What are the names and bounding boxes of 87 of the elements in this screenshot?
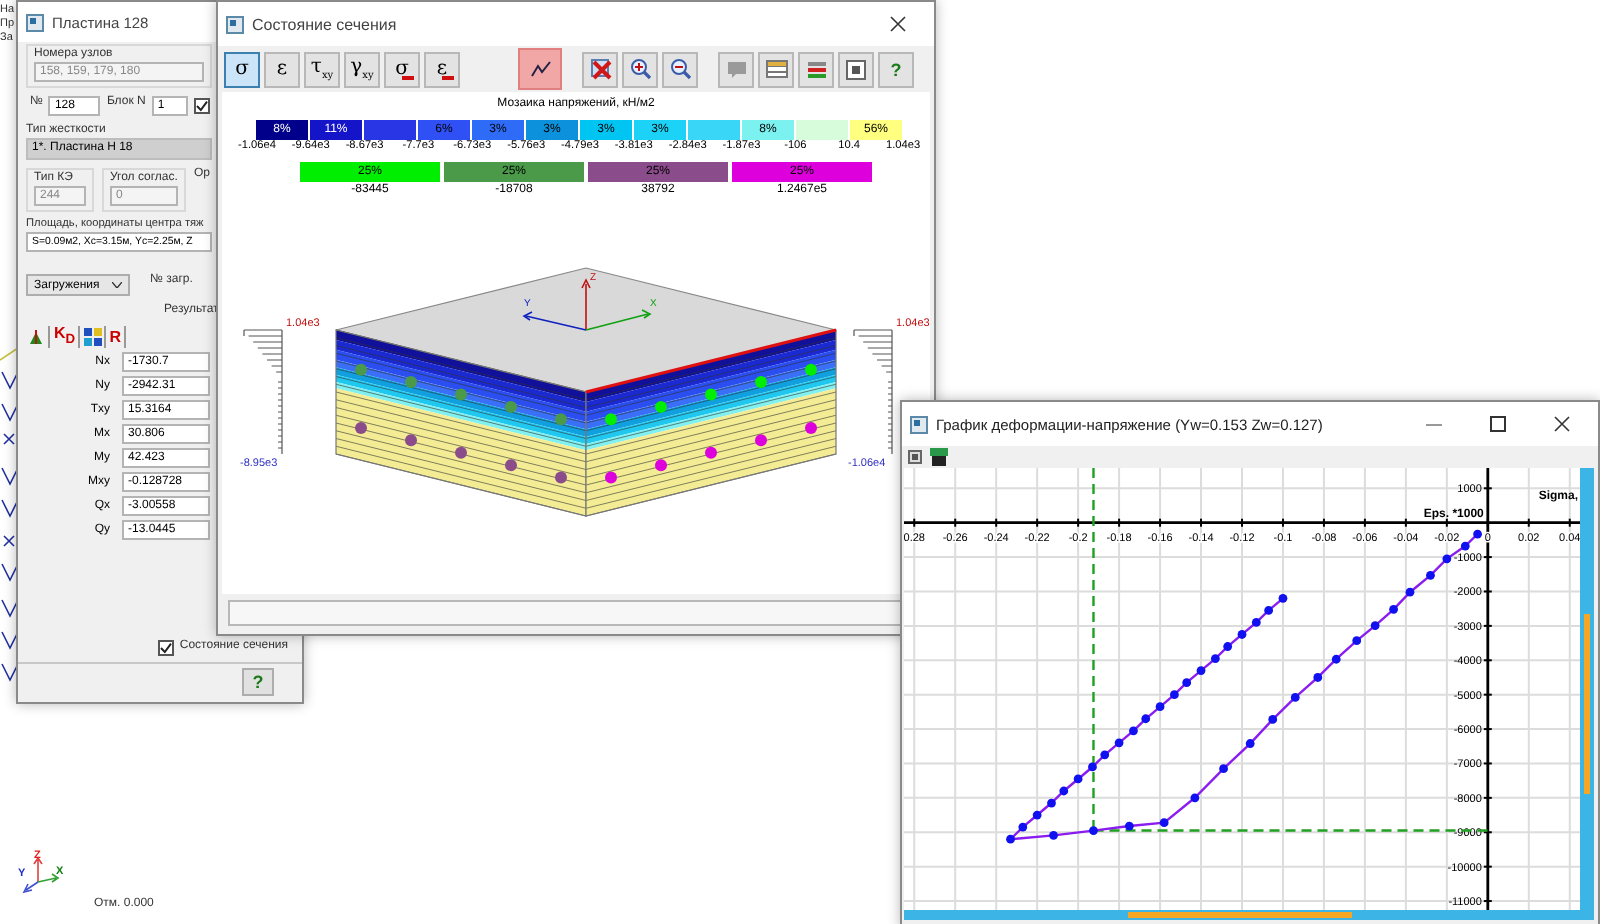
z-axis-arrow [581,278,591,331]
data-point [1389,604,1398,614]
data-point [1155,702,1165,712]
note-icon [725,59,747,79]
data-point [1290,693,1300,702]
stress-diagram-drawing [853,329,893,455]
data-point [1237,630,1247,639]
stress-diagram-drawing [243,329,283,455]
data-point [1018,822,1028,832]
x-axis-arrow [585,309,652,331]
horizontal-scrollbar[interactable] [904,910,1594,920]
data-point [1473,529,1482,539]
data-point [1114,738,1124,748]
data-point [1196,666,1206,675]
data-point [1047,798,1056,808]
vertical-scrollbar[interactable] [1580,468,1594,910]
tool-button[interactable] [622,51,658,87]
grid-tool[interactable] [81,325,106,347]
mode-button[interactable]: ε [264,51,300,87]
delete-icon [589,58,611,80]
data-point [1405,587,1415,597]
layers-icon [805,59,827,79]
data-point [1426,570,1435,580]
window-icon [26,13,44,31]
tool-button[interactable] [838,51,874,87]
tool-button[interactable] [758,51,794,87]
data-point [1219,764,1228,774]
tool-button[interactable] [518,48,562,90]
data-point [1251,618,1261,627]
table-icon [765,60,787,78]
data-point [1159,818,1169,828]
result-tool[interactable]: K$_{D}$ [52,325,80,347]
tool-button[interactable] [662,51,698,87]
close-icon [1554,416,1570,432]
tool-button[interactable] [798,51,834,87]
mode-button[interactable]: γ$_{xy}$ [344,51,380,87]
data-point [1089,826,1098,835]
data-point [1124,821,1134,831]
data-point [1210,654,1220,663]
save-icon[interactable] [930,448,948,466]
mode-button[interactable]: ε [424,51,460,87]
data-point [1370,621,1380,630]
frame-icon [846,59,866,79]
zoom-in-icon [629,58,651,80]
arrow-tool[interactable] [26,325,50,347]
close-icon [890,16,906,32]
copy-icon[interactable] [908,450,922,464]
data-point [1059,786,1069,796]
data-point [1352,636,1362,646]
result-tool[interactable]: R [107,325,126,347]
mode-button[interactable]: τ$_{xy}$ [304,51,340,87]
data-point [1100,750,1110,760]
mode-button[interactable]: σ [224,51,260,87]
data-point [1442,554,1452,564]
block-checkbox[interactable] [193,98,210,114]
data-point [1190,793,1200,803]
data-point [1460,541,1470,551]
chart-line-icon [529,60,551,78]
chevron-down-icon [112,282,122,288]
maximize-icon [1490,416,1506,432]
section-state-checkbox[interactable] [157,640,174,656]
data-point [1331,654,1341,664]
data-point [1032,810,1042,820]
data-point [1073,774,1083,784]
data-point [1313,673,1323,682]
data-point [1141,714,1151,724]
window-icon [226,15,244,33]
data-point [1006,834,1015,844]
y-axis-arrow [522,311,587,331]
help-button[interactable]: ? [242,668,274,696]
data-point [1182,678,1192,688]
data-point [1264,606,1274,615]
tool-button[interactable] [582,51,618,87]
data-point [1170,690,1179,700]
window-title: Состояние сечения [252,15,397,33]
data-point [1245,739,1255,748]
data-point [1049,830,1058,840]
zoom-out-icon [669,58,691,80]
mode-button[interactable]: σ [384,51,420,87]
data-point [1268,715,1278,724]
data-point [1223,642,1233,651]
window-icon [910,415,928,433]
tool-button[interactable]: ? [878,51,914,87]
data-point [1278,593,1288,603]
data-point [1129,726,1138,736]
minimize-icon [1426,423,1442,425]
data-point [1088,762,1097,772]
